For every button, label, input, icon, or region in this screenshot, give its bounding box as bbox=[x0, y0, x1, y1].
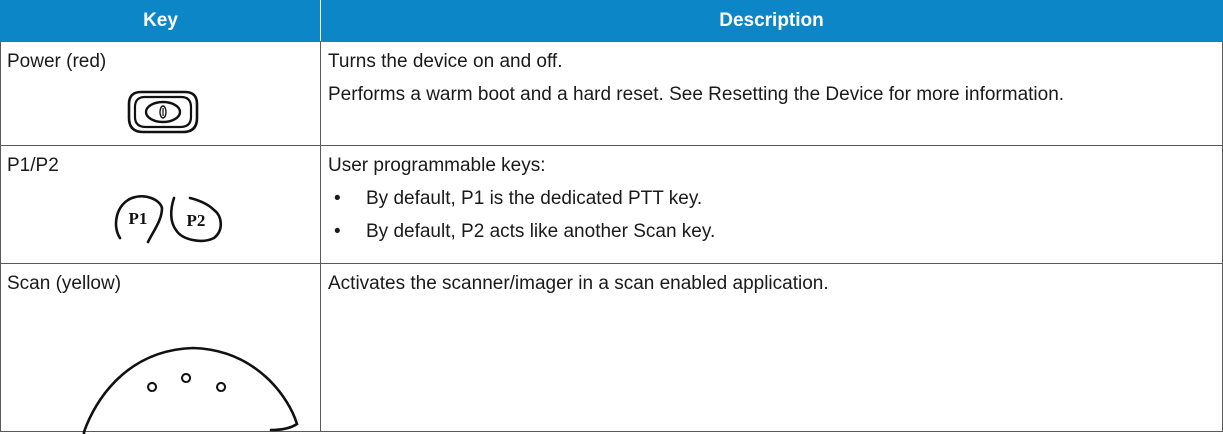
description-text: Performs a warm boot and a hard reset. S… bbox=[328, 84, 1065, 105]
list-item: • By default, P2 acts like another Scan … bbox=[328, 220, 1222, 244]
key-cell-scan: Scan (yellow) bbox=[0, 263, 321, 434]
description-text: Turns the device on and off. bbox=[328, 51, 563, 72]
key-name-p1-p2: P1/P2 bbox=[7, 155, 59, 176]
power-button-icon bbox=[127, 90, 199, 134]
table-row: Power (red) Turns the device on and off.… bbox=[0, 41, 1223, 146]
bullet-marker: • bbox=[334, 188, 341, 209]
list-item: • By default, P1 is the dedicated PTT ke… bbox=[328, 187, 1222, 211]
bullet-marker: • bbox=[334, 221, 341, 242]
p1-label: P1 bbox=[129, 209, 148, 228]
table-row: Scan (yellow) Activates the scanner/imag… bbox=[0, 263, 1223, 434]
bullet-text: By default, P2 acts like another Scan ke… bbox=[366, 221, 716, 242]
description-cell-scan: Activates the scanner/imager in a scan e… bbox=[320, 263, 1223, 432]
table-header-row: Key Description bbox=[0, 0, 1223, 42]
bullet-text: By default, P1 is the dedicated PTT key. bbox=[366, 188, 703, 209]
keys-table: Key Description Power (red) Turns the de… bbox=[0, 0, 1223, 434]
description-cell-p1-p2: User programmable keys: • By default, P1… bbox=[320, 145, 1223, 264]
description-column-header: Description bbox=[320, 0, 1223, 42]
key-name-power: Power (red) bbox=[7, 51, 107, 72]
scan-button-icon bbox=[82, 346, 299, 434]
key-cell-power: Power (red) bbox=[0, 41, 321, 146]
description-text: Activates the scanner/imager in a scan e… bbox=[328, 273, 829, 294]
description-cell-power: Turns the device on and off. Performs a … bbox=[320, 41, 1223, 146]
table-row: P1/P2 P1 P2 User programmable keys: • By… bbox=[0, 145, 1223, 264]
p1-p2-buttons-icon: P1 P2 bbox=[114, 195, 223, 244]
key-cell-p1-p2: P1/P2 P1 P2 bbox=[0, 145, 321, 264]
p2-label: P2 bbox=[187, 211, 206, 230]
key-column-header: Key bbox=[0, 0, 321, 42]
description-text: User programmable keys: bbox=[328, 155, 546, 176]
key-name-scan: Scan (yellow) bbox=[7, 273, 122, 294]
